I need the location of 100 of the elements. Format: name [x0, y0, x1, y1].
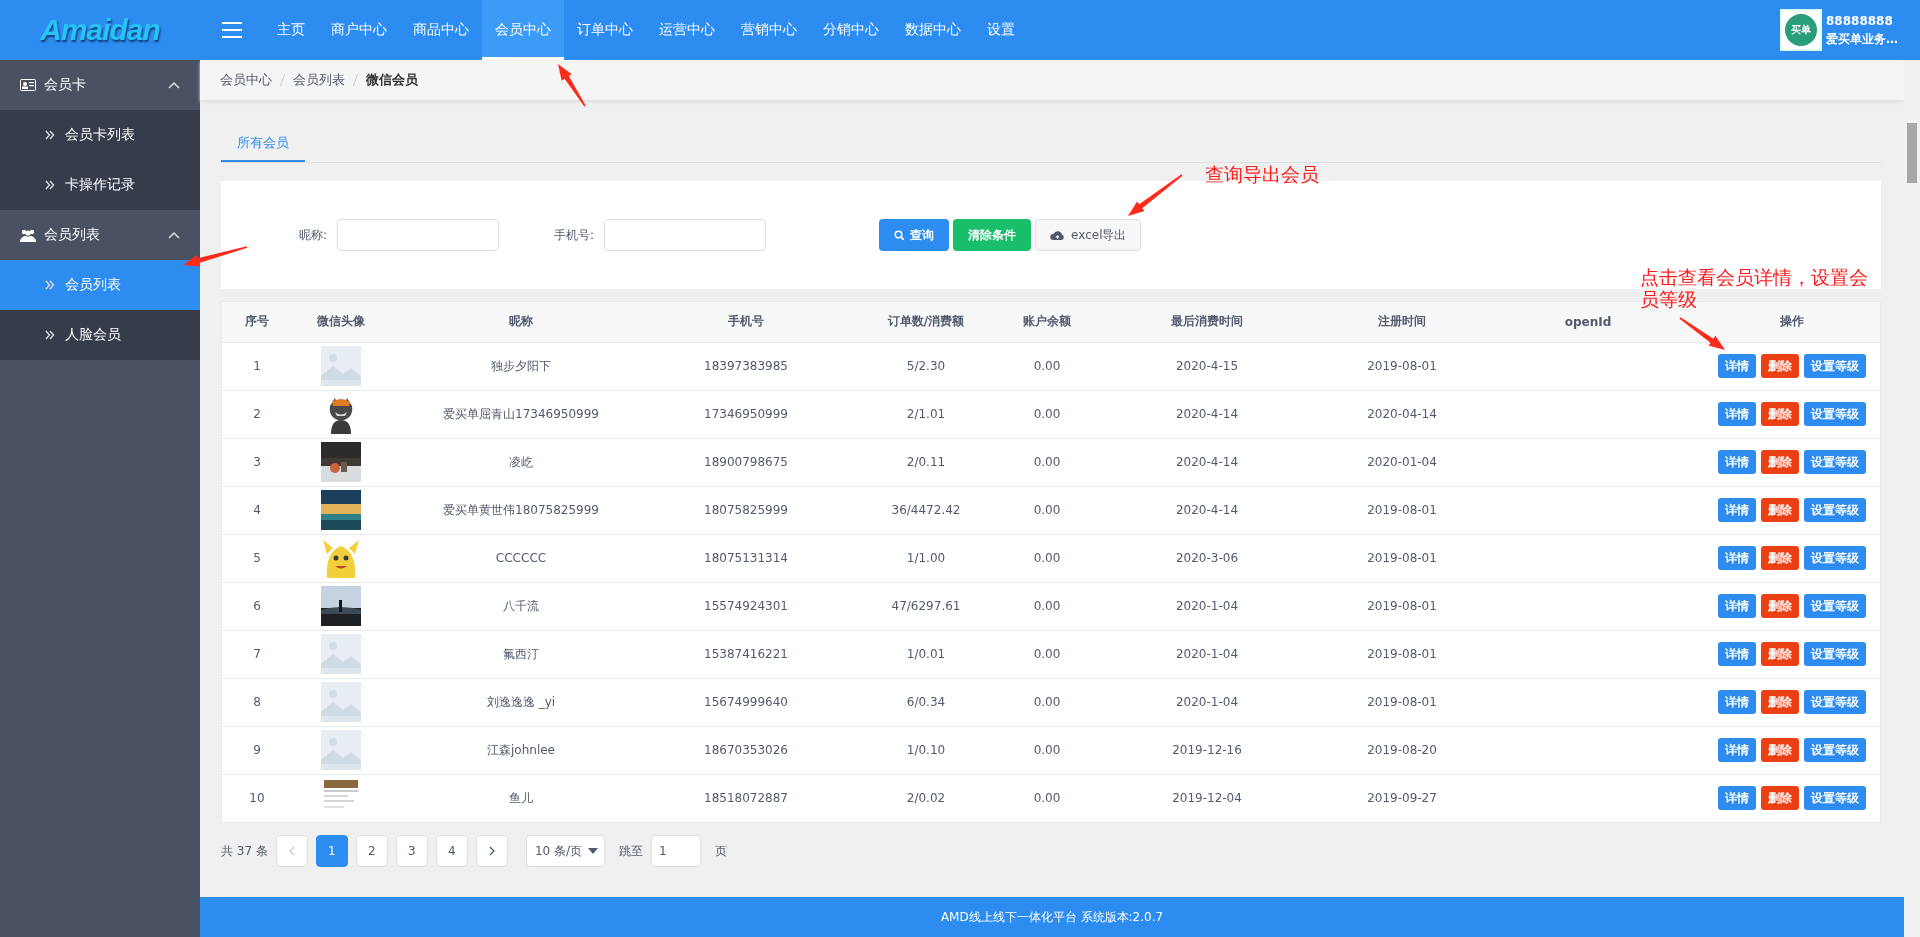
action-button[interactable]: 设置等级 [1804, 690, 1866, 714]
user-id: 88888888 [1826, 13, 1894, 30]
nav-tab[interactable]: 运营中心 [646, 0, 728, 60]
table-cell: 4 [222, 486, 292, 534]
nav-tab[interactable]: 营销中心 [728, 0, 810, 60]
table-cell: 18518072887 [652, 774, 840, 822]
nav-tab[interactable]: 商品中心 [400, 0, 482, 60]
clear-button[interactable]: 清除条件 [953, 219, 1032, 251]
table-cell: 10 [222, 774, 292, 822]
export-button[interactable]: excel导出 [1035, 219, 1142, 251]
delete-button[interactable]: 删除 [1761, 402, 1799, 426]
page-button[interactable]: 1 [315, 835, 348, 867]
action-button[interactable]: 设置等级 [1804, 354, 1866, 378]
table-cell: 江森johnlee [390, 726, 652, 774]
search-button[interactable]: 查询 [879, 219, 950, 251]
delete-button[interactable]: 删除 [1761, 738, 1799, 762]
table-cell: 6 [222, 582, 292, 630]
user-name: 爱买单业务… [1826, 31, 1898, 48]
nav-tab[interactable]: 订单中心 [564, 0, 646, 60]
page-size-select[interactable]: 10 条/页 [525, 835, 606, 867]
delete-button[interactable]: 删除 [1761, 450, 1799, 474]
nav-tab[interactable]: 会员中心 [482, 0, 564, 60]
table-cell: 18397383985 [652, 342, 840, 390]
column-header: 昵称 [390, 302, 652, 342]
action-button[interactable]: 设置等级 [1804, 402, 1866, 426]
table-cell: 2 [222, 390, 292, 438]
action-button[interactable]: 设置等级 [1804, 450, 1866, 474]
table-cell: 2020-01-04 [1332, 438, 1472, 486]
action-button[interactable]: 设置等级 [1804, 786, 1866, 811]
field-label: 手机号: [554, 226, 595, 244]
jump-label: 跳至 [619, 842, 644, 860]
action-button[interactable]: 设置等级 [1804, 738, 1866, 762]
table-cell: 2019-08-01 [1332, 630, 1472, 678]
action-button[interactable]: 详情 [1718, 402, 1756, 426]
delete-button[interactable]: 删除 [1761, 786, 1799, 811]
table-cell: 0.00 [1012, 342, 1082, 390]
table-cell: 18075825999 [652, 486, 840, 534]
page-button[interactable]: 4 [435, 835, 468, 867]
sidebar-item[interactable]: 会员卡列表 [0, 110, 200, 160]
delete-button[interactable]: 删除 [1761, 594, 1799, 618]
delete-button[interactable]: 删除 [1761, 354, 1799, 378]
table-cell: 15574924301 [652, 582, 840, 630]
sidebar-group-label: 会员列表 [44, 226, 100, 244]
action-button[interactable]: 详情 [1718, 546, 1756, 570]
action-button[interactable]: 设置等级 [1804, 642, 1866, 666]
user-logo: 买单 [1780, 9, 1822, 51]
table-cell: 刘逸逸逸 _yi [390, 678, 652, 726]
action-button[interactable]: 详情 [1718, 642, 1756, 666]
table-cell: 5/2.30 [840, 342, 1012, 390]
table-cell: 1 [222, 342, 292, 390]
breadcrumb-item[interactable]: 会员列表 [293, 71, 345, 89]
table-cell: 2020-4-14 [1082, 438, 1332, 486]
nav-tab[interactable]: 数据中心 [892, 0, 974, 60]
table-cell: 0.00 [1012, 534, 1082, 582]
sidebar-item[interactable]: 会员列表 [0, 260, 200, 310]
breadcrumb-item[interactable]: 会员中心 [220, 71, 272, 89]
action-button[interactable]: 详情 [1718, 594, 1756, 618]
sidebar-item[interactable]: 人脸会员 [0, 310, 200, 360]
page-input[interactable]: 1 [651, 835, 702, 867]
column-header: 手机号 [652, 302, 840, 342]
table-cell: 47/6297.61 [840, 582, 1012, 630]
action-button[interactable]: 详情 [1718, 738, 1756, 762]
action-button[interactable]: 详情 [1718, 498, 1756, 522]
sidebar-item[interactable]: 卡操作记录 [0, 160, 200, 210]
column-header: 微信头像 [292, 302, 390, 342]
total-count: 共 37 条 [221, 842, 268, 860]
table-cell: 0.00 [1012, 726, 1082, 774]
column-header: 序号 [222, 302, 292, 342]
nav-tab[interactable]: 设置 [974, 0, 1028, 60]
table-cell: 18670353026 [652, 726, 840, 774]
table-cell: 2020-04-14 [1332, 390, 1472, 438]
table-cell: 7 [222, 630, 292, 678]
table-cell: 2019-08-20 [1332, 726, 1472, 774]
action-button[interactable]: 设置等级 [1804, 594, 1866, 618]
action-button[interactable]: 详情 [1718, 354, 1756, 378]
nav-tab[interactable]: 分销中心 [810, 0, 892, 60]
page-button[interactable]: 2 [355, 835, 388, 867]
table-cell: 18075131314 [652, 534, 840, 582]
table-cell: 0.00 [1012, 774, 1082, 822]
nav-tab[interactable]: 主页 [264, 0, 318, 60]
tab[interactable]: 所有会员 [221, 126, 305, 162]
logo: Amaidan [39, 13, 161, 47]
nav-tab[interactable]: 商户中心 [318, 0, 400, 60]
delete-button[interactable]: 删除 [1761, 546, 1799, 570]
page-button[interactable]: 3 [395, 835, 428, 867]
table-cell: 2020-4-14 [1082, 390, 1332, 438]
delete-button[interactable]: 删除 [1761, 498, 1799, 522]
action-button[interactable]: 详情 [1718, 786, 1756, 811]
action-button[interactable]: 详情 [1718, 690, 1756, 714]
delete-button[interactable]: 删除 [1761, 690, 1799, 714]
table-cell: 2019-09-27 [1332, 774, 1472, 822]
table-cell: 独步夕阳下 [390, 342, 652, 390]
table-cell: 6/0.34 [840, 678, 1012, 726]
page-suffix: 页 [715, 842, 728, 860]
table-cell: 2/0.02 [840, 774, 1012, 822]
footer: AMD线上线下一体化平台 系统版本:2.0.7 [200, 897, 1904, 937]
action-button[interactable]: 设置等级 [1804, 498, 1866, 522]
delete-button[interactable]: 删除 [1761, 642, 1799, 666]
action-button[interactable]: 详情 [1718, 450, 1756, 474]
action-button[interactable]: 设置等级 [1804, 546, 1866, 570]
